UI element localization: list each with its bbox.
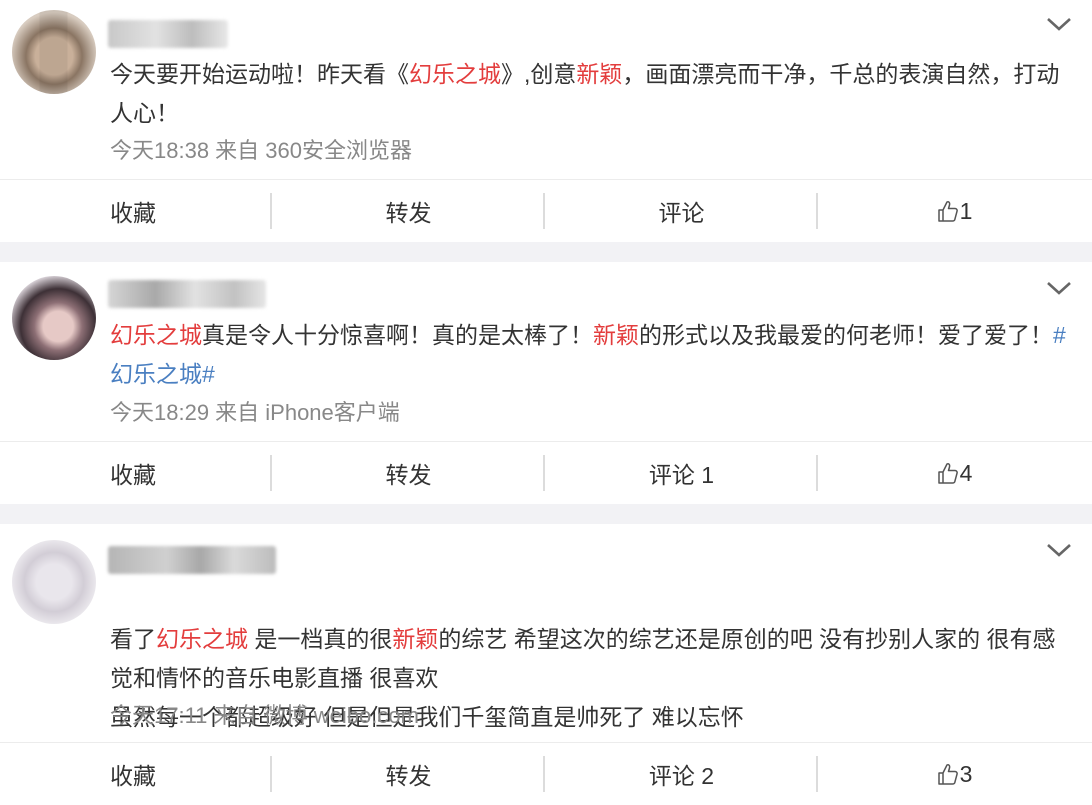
repost-label: 转发 xyxy=(385,462,432,488)
keyword-highlight: 幻乐之城 xyxy=(409,61,501,87)
chevron-down-icon[interactable] xyxy=(1044,278,1074,298)
post-meta: 今天17:11 来自 微博 weibo.com xyxy=(110,703,419,728)
text-segment: 》,创意 xyxy=(501,61,577,87)
action-bar: 收藏 转发 评论 1 xyxy=(0,179,1092,242)
comment-label: 评论 xyxy=(658,200,705,226)
action-bar: 收藏 转发 评论 1 4 xyxy=(0,441,1092,504)
action-bar: 收藏 转发 评论 2 3 xyxy=(0,742,1092,805)
username-blurred[interactable] xyxy=(108,280,266,308)
text-segment: 是一档真的很 xyxy=(248,626,393,652)
repost-button[interactable]: 转发 xyxy=(272,442,545,504)
comment-button[interactable]: 评论 xyxy=(545,180,818,242)
post-meta: 今天18:29 来自 iPhone客户端 xyxy=(110,400,400,425)
like-button[interactable]: 1 xyxy=(818,180,1092,242)
repost-label: 转发 xyxy=(385,763,432,789)
repost-button[interactable]: 转发 xyxy=(272,180,545,242)
favorite-label: 收藏 xyxy=(110,763,156,789)
post-text: 幻乐之城真是令人十分惊喜啊！真的是太棒了！新颖的形式以及我最爱的何老师！爱了爱了… xyxy=(110,316,1068,394)
comment-button[interactable]: 评论 1 xyxy=(545,442,818,504)
thumbs-up-icon xyxy=(937,201,958,222)
chevron-down-icon[interactable] xyxy=(1044,540,1074,560)
like-button[interactable]: 4 xyxy=(818,442,1092,504)
keyword-highlight: 幻乐之城 xyxy=(110,322,202,348)
avatar[interactable] xyxy=(12,10,96,94)
username-blurred[interactable] xyxy=(108,546,276,574)
text-segment: 今天要开始运动啦！昨天看《 xyxy=(110,61,409,87)
avatar[interactable] xyxy=(12,540,96,624)
like-count: 1 xyxy=(959,197,973,224)
text-segment: 看了 xyxy=(110,626,156,652)
comment-button[interactable]: 评论 2 xyxy=(545,743,818,805)
repost-label: 转发 xyxy=(385,200,432,226)
like-count: 4 xyxy=(959,459,973,486)
keyword-highlight: 新颖 xyxy=(576,61,623,87)
favorite-button[interactable]: 收藏 xyxy=(0,442,272,504)
avatar[interactable] xyxy=(12,276,96,360)
feed-separator xyxy=(0,504,1092,524)
like-button[interactable]: 3 xyxy=(818,743,1092,805)
post-card: 今天要开始运动啦！昨天看《幻乐之城》,创意新颖，画面漂亮而干净，千总的表演自然，… xyxy=(0,0,1092,242)
chevron-down-icon[interactable] xyxy=(1044,14,1074,34)
post-card: 看了幻乐之城 是一档真的很新颖的综艺 希望这次的综艺还是原创的吧 没有抄别人家的… xyxy=(0,524,1092,800)
keyword-highlight: 幻乐之城 xyxy=(156,626,248,652)
post-card: 幻乐之城真是令人十分惊喜啊！真的是太棒了！新颖的形式以及我最爱的何老师！爱了爱了… xyxy=(0,262,1092,504)
comment-label: 评论 1 xyxy=(648,462,715,488)
like-count: 3 xyxy=(959,760,973,787)
repost-button[interactable]: 转发 xyxy=(272,743,545,805)
text-segment: 真是令人十分惊喜啊！真的是太棒了！ xyxy=(202,322,593,348)
post-text: 今天要开始运动啦！昨天看《幻乐之城》,创意新颖，画面漂亮而干净，千总的表演自然，… xyxy=(110,55,1068,133)
thumbs-up-icon xyxy=(937,463,958,484)
feed-separator xyxy=(0,242,1092,262)
favorite-button[interactable]: 收藏 xyxy=(0,180,272,242)
keyword-highlight: 新颖 xyxy=(593,322,639,348)
keyword-highlight: 新颖 xyxy=(392,626,439,652)
favorite-label: 收藏 xyxy=(110,462,156,488)
favorite-label: 收藏 xyxy=(110,200,156,226)
thumbs-up-icon xyxy=(937,764,958,785)
username-blurred[interactable] xyxy=(108,20,228,48)
favorite-button[interactable]: 收藏 xyxy=(0,743,272,805)
text-segment: 的形式以及我最爱的何老师！爱了爱了！ xyxy=(639,322,1053,348)
comment-label: 评论 2 xyxy=(648,763,715,789)
post-meta: 今天18:38 来自 360安全浏览器 xyxy=(110,138,412,163)
